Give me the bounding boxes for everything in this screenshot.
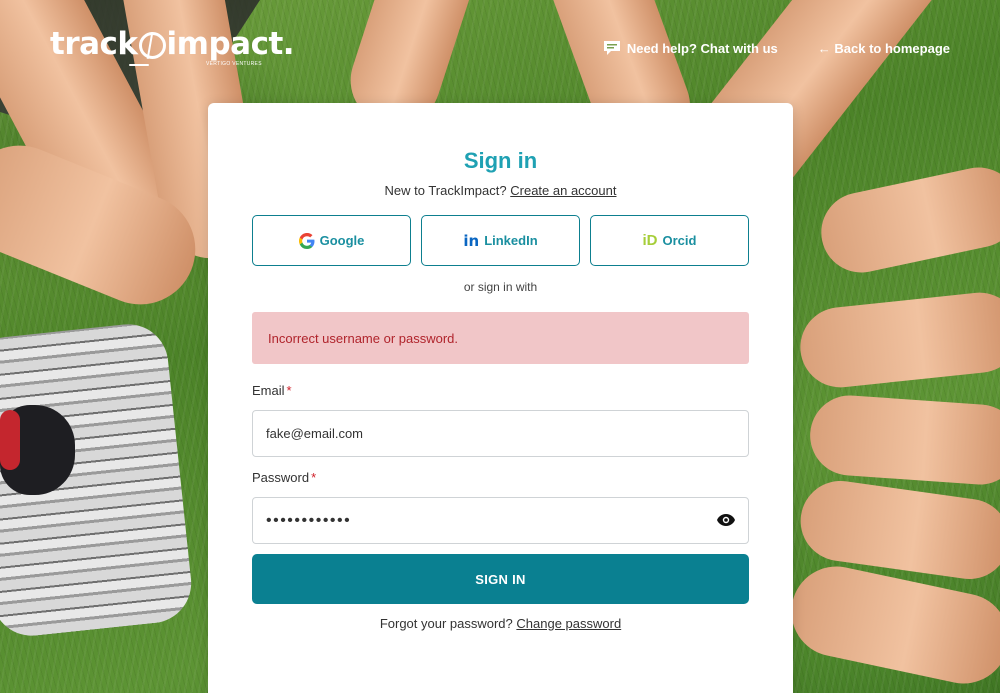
linkedin-label: LinkedIn xyxy=(484,233,538,248)
error-alert: Incorrect username or password. xyxy=(252,312,749,364)
password-label-text: Password xyxy=(252,470,310,485)
page-title: Sign in xyxy=(463,148,538,173)
password-label: Password * xyxy=(252,470,316,485)
google-label: Google xyxy=(319,233,365,248)
password-field[interactable]: •••••••••••• xyxy=(252,497,749,544)
signup-prompt: New to TrackImpact? Create an account xyxy=(208,183,793,198)
photo-foot xyxy=(807,392,1000,488)
required-mark: * xyxy=(286,383,292,398)
logo-subtitle: VERTIGO VENTURES xyxy=(206,61,262,67)
logo-underline xyxy=(129,64,149,66)
change-password-link[interactable]: Change password xyxy=(516,616,621,631)
password-value: •••••••••••• xyxy=(266,511,352,529)
logo-text-right: impact. xyxy=(166,26,295,62)
email-field[interactable]: fake@email.com xyxy=(252,410,749,457)
eye-icon[interactable] xyxy=(716,513,736,527)
linkedin-signin-button[interactable]: in LinkedIn xyxy=(421,215,580,266)
help-chat-label: Need help? Chat with us xyxy=(626,40,778,56)
signin-card: Sign in New to TrackImpact? Create an ac… xyxy=(208,103,793,693)
email-label: Email * xyxy=(252,383,292,398)
photo-glove-stripe xyxy=(0,410,20,470)
sign-in-button[interactable]: SIGN IN xyxy=(252,554,749,604)
or-divider-text: or sign in with xyxy=(463,280,538,294)
linkedin-icon: in xyxy=(463,231,480,250)
chat-icon xyxy=(603,40,621,56)
back-to-homepage-link[interactable]: ← Back to homepage xyxy=(818,41,950,56)
email-label-text: Email xyxy=(252,383,285,398)
trackimpact-logo[interactable]: track impact. xyxy=(50,26,295,62)
orcid-signin-button[interactable]: iD Orcid xyxy=(590,215,749,266)
forgot-password-text: Forgot your password? xyxy=(379,616,513,631)
forgot-password-row: Forgot your password? Change password xyxy=(208,616,793,631)
top-links: Need help? Chat with us ← Back to homepa… xyxy=(603,40,950,56)
google-signin-button[interactable]: Google xyxy=(252,215,411,266)
required-mark: * xyxy=(311,470,317,485)
logo-text-left: track xyxy=(50,26,138,62)
help-chat-link[interactable]: Need help? Chat with us xyxy=(603,40,778,56)
google-icon xyxy=(298,232,315,249)
orcid-icon: iD xyxy=(642,232,658,249)
social-login-row: Google in LinkedIn iD Orcid xyxy=(252,215,749,266)
back-to-homepage-label: ← Back to homepage xyxy=(817,40,950,56)
create-account-link[interactable]: Create an account xyxy=(510,183,616,198)
orcid-label: Orcid xyxy=(662,233,697,248)
signup-prompt-text: New to TrackImpact? xyxy=(384,183,507,198)
logo-ring-icon xyxy=(138,31,166,59)
